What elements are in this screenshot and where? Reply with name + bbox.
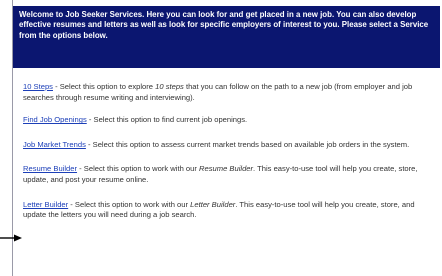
option-resume-builder: Resume Builder - Select this option to w… <box>23 164 435 185</box>
arrow-right-icon <box>0 233 22 243</box>
option-emphasis: 10 steps <box>155 82 184 91</box>
welcome-text: Welcome to Job Seeker Services. Here you… <box>19 10 429 40</box>
option-10-steps: 10 Steps - Select this option to explore… <box>23 82 435 103</box>
option-emphasis: Letter Builder <box>190 199 236 209</box>
service-options: 10 Steps - Select this option to explore… <box>23 82 435 221</box>
option-letter-builder: Letter Builder - Select this option to w… <box>23 200 435 221</box>
option-find-job-openings: Find Job Openings - Select this option t… <box>23 115 435 126</box>
option-description: - Select this option to find current job… <box>86 115 248 125</box>
link-10-steps[interactable]: 10 Steps <box>23 82 53 91</box>
link-letter-builder[interactable]: Letter Builder <box>23 200 68 209</box>
option-emphasis: Resume Builder <box>199 164 254 174</box>
option-description: - Select this option to explore <box>52 82 156 91</box>
welcome-banner: Welcome to Job Seeker Services. Here you… <box>13 6 440 68</box>
option-description: - Select this option to assess current m… <box>85 139 410 149</box>
option-job-market-trends: Job Market Trends - Select this option t… <box>23 140 435 151</box>
link-job-market-trends[interactable]: Job Market Trends <box>23 140 86 149</box>
link-find-job-openings[interactable]: Find Job Openings <box>23 115 87 124</box>
option-description: - Select this option to work with our <box>68 199 191 209</box>
job-seeker-services-panel: Welcome to Job Seeker Services. Here you… <box>12 0 442 276</box>
option-description: - Select this option to work with our <box>77 164 200 174</box>
link-resume-builder[interactable]: Resume Builder <box>23 164 77 173</box>
